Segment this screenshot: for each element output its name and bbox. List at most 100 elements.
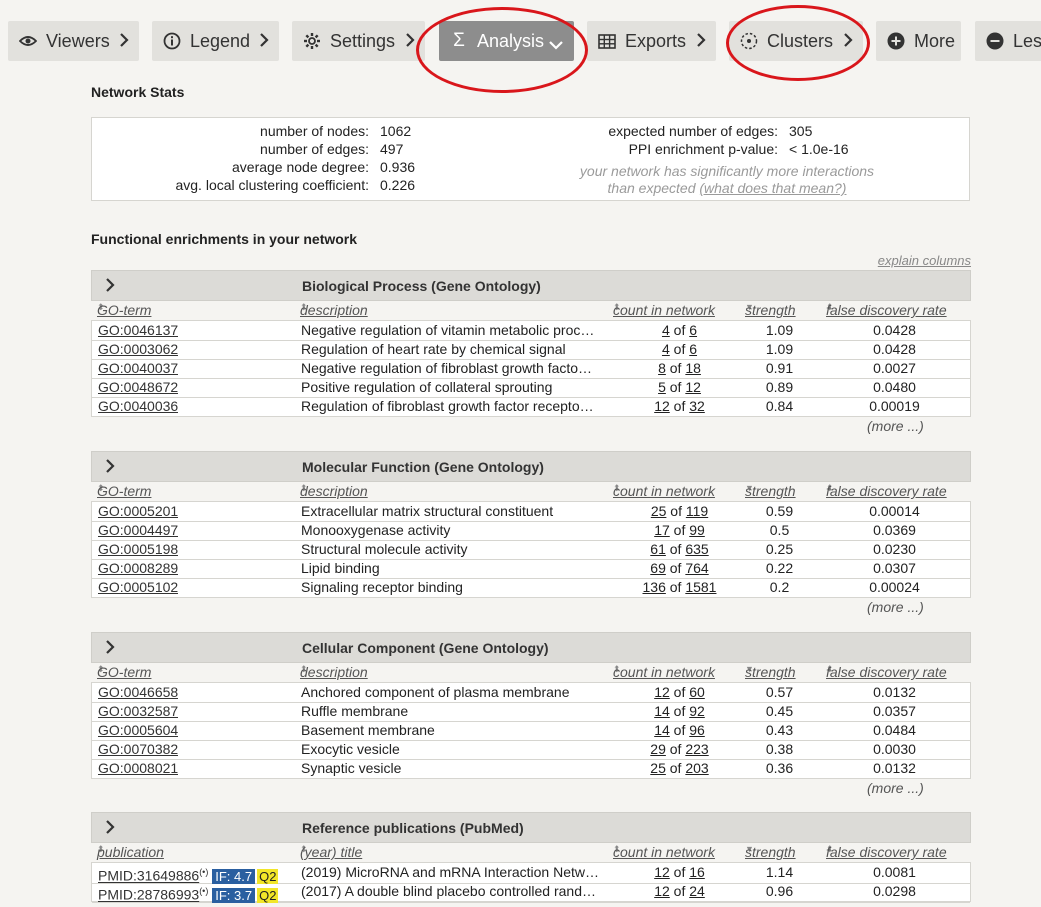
fdr-cell: 0.0480 <box>873 379 916 395</box>
settings-button[interactable]: Settings <box>292 21 425 61</box>
count-link[interactable]: 4 <box>662 341 670 357</box>
go-term-link[interactable]: GO:0040037 <box>98 359 178 377</box>
go-term-link[interactable]: GO:0004497 <box>98 521 178 539</box>
viewers-button[interactable]: Viewers <box>8 21 139 61</box>
count-link[interactable]: 12 <box>654 883 670 899</box>
count-total-link[interactable]: 223 <box>685 741 708 757</box>
col-fdr-label: false discovery rate <box>826 664 947 680</box>
fdr-cell: 0.0307 <box>873 560 916 576</box>
go-term-link[interactable]: GO:0032587 <box>98 702 178 720</box>
fdr-cell: 0.0369 <box>873 522 916 538</box>
go-term-link[interactable]: GO:0046658 <box>98 683 178 701</box>
go-term-link[interactable]: GO:0008289 <box>98 559 178 577</box>
go-term-link[interactable]: GO:0005604 <box>98 721 178 739</box>
count-link[interactable]: 12 <box>654 864 670 880</box>
enrichment-note: your network has significantly more inte… <box>572 163 882 197</box>
strength-cell: 0.36 <box>765 760 794 776</box>
more-link[interactable]: (more ...) <box>867 418 924 434</box>
table-header[interactable]: Biological Process (Gene Ontology) <box>91 270 971 301</box>
edges-value: 497 <box>380 141 404 157</box>
cluster-icon <box>739 32 759 50</box>
legend-button[interactable]: Legend <box>152 21 279 61</box>
table-header[interactable]: Reference publications (PubMed) <box>91 812 971 843</box>
count-total-link[interactable]: 764 <box>685 560 708 576</box>
go-term-link[interactable]: GO:0070382 <box>98 740 178 758</box>
count-link[interactable]: 14 <box>654 722 670 738</box>
col-term-label: publication <box>97 844 164 860</box>
count-link[interactable]: 25 <box>651 503 667 519</box>
table-header[interactable]: Cellular Component (Gene Ontology) <box>91 632 971 663</box>
count-link[interactable]: 69 <box>650 560 666 576</box>
fdr-cell: 0.0484 <box>873 722 916 738</box>
expand-chevron-icon[interactable] <box>104 639 116 658</box>
expand-chevron-icon[interactable] <box>104 458 116 477</box>
less-button[interactable]: Less <box>975 21 1041 61</box>
description-cell: Lipid binding <box>301 560 380 576</box>
count-link[interactable]: 5 <box>658 379 666 395</box>
count-total-link[interactable]: 203 <box>685 760 708 776</box>
go-term-link[interactable]: GO:0046137 <box>98 321 178 339</box>
count-cell: 12 of 24 <box>612 882 747 900</box>
count-total-link[interactable]: 1581 <box>685 579 716 595</box>
description-cell: (2019) MicroRNA and mRNA Interaction Net… <box>301 864 599 880</box>
go-term-link[interactable]: GO:0005102 <box>98 578 178 596</box>
publication-cell: PMID:28786993(•) IF: 3.7 Q2 <box>98 882 279 905</box>
expand-chevron-icon[interactable] <box>104 819 116 838</box>
count-link[interactable]: 12 <box>654 684 670 700</box>
strength-cell: 0.84 <box>765 398 794 414</box>
go-term-link[interactable]: GO:0005198 <box>98 540 178 558</box>
count-total-link[interactable]: 119 <box>686 503 708 519</box>
go-term-link[interactable]: GO:0003062 <box>98 340 178 358</box>
count-total-link[interactable]: 16 <box>689 864 705 880</box>
table-icon <box>597 33 617 49</box>
go-term-link[interactable]: GO:0008021 <box>98 759 178 777</box>
count-cell: 14 of 96 <box>612 721 747 739</box>
nodes-label: number of nodes: <box>260 123 369 139</box>
count-cell: 25 of 119 <box>612 502 747 520</box>
table-row: PMID:31649886(•) IF: 4.7 Q2 (2019) MicroRN… <box>92 863 970 884</box>
expand-chevron-icon[interactable] <box>104 277 116 296</box>
less-label: Less <box>1013 30 1041 51</box>
go-term-link[interactable]: GO:0005201 <box>98 502 178 520</box>
count-total-link[interactable]: 32 <box>689 398 705 414</box>
strength-cell: 0.89 <box>765 379 794 395</box>
table-body: PMID:31649886(•) IF: 4.7 Q2 (2019) MicroRN… <box>91 862 971 905</box>
explain-columns-link[interactable]: explain columns <box>878 253 971 268</box>
count-link[interactable]: 25 <box>650 760 666 776</box>
count-total-link[interactable]: 99 <box>689 522 705 538</box>
count-total-link[interactable]: 92 <box>689 703 705 719</box>
count-total-link[interactable]: 12 <box>685 379 701 395</box>
count-link[interactable]: 4 <box>662 322 670 338</box>
pmid-link[interactable]: PMID:28786993 <box>98 887 199 903</box>
count-total-link[interactable]: 60 <box>689 684 705 700</box>
count-link[interactable]: 17 <box>654 522 670 538</box>
count-total-link[interactable]: 24 <box>689 883 705 899</box>
description-cell: Regulation of fibroblast growth factor r… <box>301 398 594 414</box>
more-button[interactable]: More <box>876 21 961 61</box>
count-link[interactable]: 8 <box>658 360 666 376</box>
count-total-link[interactable]: 635 <box>685 541 708 557</box>
clusters-button[interactable]: Clusters <box>729 21 863 61</box>
analysis-button[interactable]: Σ Analysis <box>439 21 574 61</box>
count-link[interactable]: 12 <box>654 398 670 414</box>
count-total-link[interactable]: 96 <box>689 722 705 738</box>
exports-button[interactable]: Exports <box>587 21 716 61</box>
fdr-cell: 0.0030 <box>873 741 916 757</box>
count-link[interactable]: 14 <box>654 703 670 719</box>
count-total-link[interactable]: 18 <box>685 360 701 376</box>
count-total-link[interactable]: 6 <box>689 341 697 357</box>
more-link[interactable]: (more ...) <box>867 780 924 796</box>
go-term-link[interactable]: GO:0040036 <box>98 397 178 415</box>
count-of: of <box>669 360 682 376</box>
more-link[interactable]: (more ...) <box>867 599 924 615</box>
what-does-that-mean-link[interactable]: (what does that mean?) <box>699 180 846 196</box>
count-link[interactable]: 61 <box>650 541 666 557</box>
strength-cell: 0.59 <box>765 503 794 519</box>
table-header[interactable]: Molecular Function (Gene Ontology) <box>91 451 971 482</box>
count-link[interactable]: 29 <box>650 741 666 757</box>
count-link[interactable]: 136 <box>643 579 666 595</box>
count-total-link[interactable]: 6 <box>689 322 697 338</box>
chevron-down-icon <box>548 34 564 55</box>
fdr-cell: 0.0357 <box>873 703 916 719</box>
go-term-link[interactable]: GO:0048672 <box>98 378 178 396</box>
